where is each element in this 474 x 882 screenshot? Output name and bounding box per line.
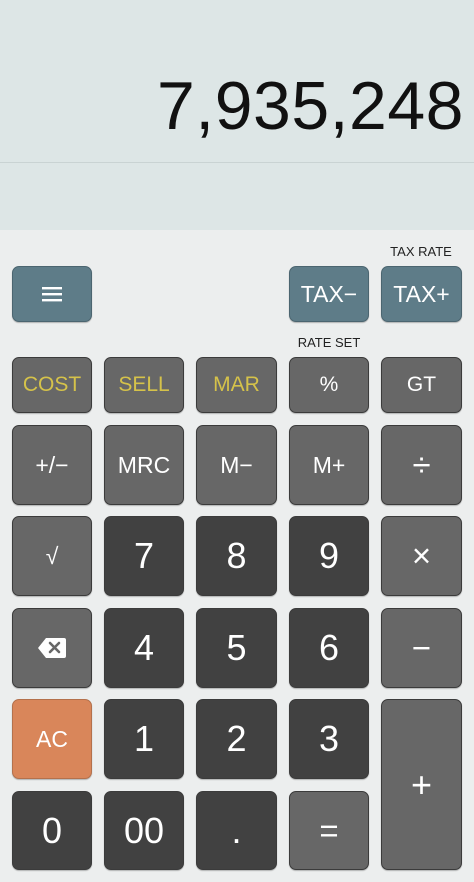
menu-icon [42, 287, 62, 302]
m-minus-button[interactable]: M− [196, 425, 277, 505]
six-button[interactable]: 6 [289, 608, 369, 688]
cost-button[interactable]: COST [12, 357, 92, 413]
one-button[interactable]: 1 [104, 699, 184, 779]
tax-plus-button[interactable]: TAX+ [381, 266, 462, 322]
backspace-button[interactable] [12, 608, 92, 688]
sell-button[interactable]: SELL [104, 357, 184, 413]
menu-button[interactable] [12, 266, 92, 322]
multiply-button[interactable]: × [381, 516, 462, 596]
backspace-icon [38, 638, 66, 658]
decimal-button[interactable]: . [196, 791, 277, 870]
three-button[interactable]: 3 [289, 699, 369, 779]
eight-button[interactable]: 8 [196, 516, 277, 596]
percent-button[interactable]: % [289, 357, 369, 413]
seven-button[interactable]: 7 [104, 516, 184, 596]
tax-minus-button[interactable]: TAX− [289, 266, 369, 322]
m-plus-button[interactable]: M+ [289, 425, 369, 505]
ac-button[interactable]: AC [12, 699, 92, 779]
two-button[interactable]: 2 [196, 699, 277, 779]
four-button[interactable]: 4 [104, 608, 184, 688]
divide-button[interactable]: ÷ [381, 425, 462, 505]
plus-button[interactable]: + [381, 699, 462, 870]
plus-minus-button[interactable]: +/− [12, 425, 92, 505]
display-divider [0, 162, 474, 163]
sqrt-button[interactable]: √ [12, 516, 92, 596]
display-value: 7,935,248 [156, 68, 464, 144]
gt-button[interactable]: GT [381, 357, 462, 413]
nine-button[interactable]: 9 [289, 516, 369, 596]
mrc-button[interactable]: MRC [104, 425, 184, 505]
equals-button[interactable]: = [289, 791, 369, 870]
minus-button[interactable]: − [381, 608, 462, 688]
double-zero-button[interactable]: 00 [104, 791, 184, 870]
rate-set-caption: RATE SET [297, 335, 361, 350]
five-button[interactable]: 5 [196, 608, 277, 688]
mar-button[interactable]: MAR [196, 357, 277, 413]
zero-button[interactable]: 0 [12, 791, 92, 870]
display-panel: 7,935,248 [0, 0, 474, 230]
tax-rate-caption: TAX RATE [390, 244, 452, 259]
